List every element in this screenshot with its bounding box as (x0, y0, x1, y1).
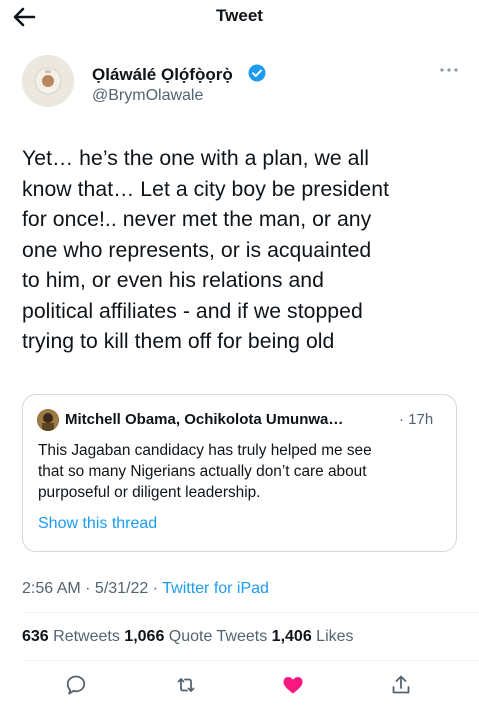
meta-separator: · (80, 580, 95, 597)
quoted-tweet[interactable]: Mitchell Obama, Ochikolota Umunwa… · 17h… (22, 394, 457, 552)
more-options-icon[interactable] (438, 62, 460, 78)
page-title: Tweet (216, 6, 263, 25)
quoted-timestamp: · 17h (399, 411, 434, 428)
quoted-author-name: Mitchell Obama, Ochikolota Umunwa… (65, 411, 344, 428)
tweet-stats: 636 Retweets 1,066 Quote Tweets 1,406 Li… (22, 628, 354, 646)
quoted-avatar (37, 409, 59, 431)
quote-tweets-count: 1,066 (124, 628, 165, 645)
retweets-stat[interactable]: 636 Retweets (22, 628, 124, 645)
likes-label: Likes (311, 628, 354, 645)
tweet-date: 5/31/22 (94, 580, 149, 597)
avatar[interactable] (22, 55, 74, 107)
quoted-text: This Jagaban candidacy has truly helped … (38, 442, 372, 501)
quote-tweets-stat[interactable]: 1,066 Quote Tweets (124, 628, 271, 645)
likes-stat[interactable]: 1,406 Likes (272, 628, 354, 645)
author-name[interactable]: Ọláwálé Ọlọ́fọ̀ọrọ̀ (92, 65, 233, 85)
like-icon[interactable] (281, 673, 305, 697)
author-handle[interactable]: @BrymOlawale (92, 87, 203, 105)
retweets-label: Retweets (48, 628, 125, 645)
verified-badge-icon (248, 64, 266, 82)
share-icon[interactable] (389, 673, 413, 697)
tweet-meta: 2:56 AM · 5/31/22 · Twitter for iPad (22, 580, 269, 598)
reply-icon[interactable] (64, 673, 88, 697)
tweet-source-link[interactable]: Twitter for iPad (162, 580, 269, 597)
divider (22, 612, 479, 613)
likes-count: 1,406 (271, 628, 312, 645)
tweet-time: 2:56 AM (22, 580, 81, 597)
divider (22, 660, 479, 661)
retweet-icon[interactable] (174, 673, 198, 697)
meta-separator: · (148, 580, 163, 597)
quote-tweets-label: Quote Tweets (164, 628, 272, 645)
top-bar: Tweet (0, 0, 479, 34)
show-thread-link[interactable]: Show this thread (38, 515, 157, 533)
tweet-text: Yet… he’s the one with a plan, we all kn… (22, 147, 390, 353)
retweets-count: 636 (22, 628, 49, 645)
